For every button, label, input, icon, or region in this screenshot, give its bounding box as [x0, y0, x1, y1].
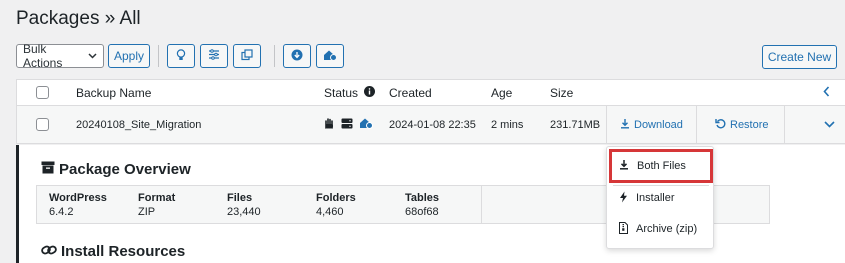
- overview-label: Format: [138, 192, 176, 204]
- overview-value: 4,460: [316, 206, 344, 218]
- overview-value: 68of68: [405, 206, 439, 218]
- package-overview-title: Package Overview: [59, 161, 191, 178]
- select-all-checkbox[interactable]: [36, 86, 49, 99]
- overview-label: Tables: [405, 192, 440, 204]
- overview-format: Format ZIP: [126, 186, 215, 223]
- overview-label: Folders: [316, 192, 356, 204]
- restore-button[interactable]: Restore: [715, 118, 769, 132]
- undo-icon: [715, 118, 726, 132]
- size: 231.71MB: [550, 118, 601, 131]
- recovery-button[interactable]: [316, 44, 344, 68]
- download-label: Download: [634, 118, 683, 131]
- page-title: Packages » All: [16, 8, 141, 29]
- header-age[interactable]: Age: [491, 80, 512, 105]
- restore-label: Restore: [730, 118, 769, 131]
- apply-button[interactable]: Apply: [108, 44, 150, 68]
- copy-icon: [241, 48, 253, 64]
- download-archive[interactable]: Archive (zip): [607, 215, 713, 243]
- download-circle-icon: [291, 49, 303, 64]
- create-new-button[interactable]: Create New: [762, 45, 837, 69]
- hand-stop-icon: [323, 117, 335, 132]
- header-status[interactable]: Status: [324, 86, 358, 100]
- toolbar: Bulk Actions Apply: [16, 42, 349, 70]
- house-icon: [359, 117, 373, 132]
- chevron-down-icon: [88, 51, 97, 62]
- collapse-all-button[interactable]: [823, 80, 830, 105]
- column-divider: [606, 106, 607, 143]
- link-icon: [41, 243, 57, 260]
- row-checkbox[interactable]: [36, 118, 49, 131]
- server-icon: [341, 118, 353, 132]
- install-resources-title: Install Resources: [61, 243, 186, 260]
- age: 2 mins: [491, 118, 524, 131]
- chevron-down-icon: [824, 119, 835, 131]
- expand-row-button[interactable]: [824, 106, 835, 143]
- overview-tables: Tables 68of68: [393, 186, 482, 223]
- sliders-icon: [208, 49, 220, 63]
- archive-box-icon: [41, 161, 55, 178]
- chevron-left-icon: [823, 85, 830, 100]
- templates-button[interactable]: [233, 44, 261, 68]
- bulk-actions-select[interactable]: Bulk Actions: [16, 42, 104, 70]
- toolbar-separator: [158, 45, 159, 67]
- dropdown-item-label: Archive (zip): [636, 223, 698, 235]
- highlight-box: [609, 149, 713, 183]
- overview-label: WordPress: [49, 192, 107, 204]
- table-header: Backup Name Status Created Age Size: [16, 79, 845, 106]
- overview-wordpress: WordPress 6.4.2: [37, 186, 126, 223]
- header-created[interactable]: Created: [389, 80, 432, 105]
- header-backup-name[interactable]: Backup Name: [76, 80, 151, 105]
- overview-label: Files: [227, 192, 253, 204]
- dropdown-item-label: Installer: [636, 192, 675, 204]
- download-installer[interactable]: Installer: [607, 184, 713, 212]
- bolt-icon: [619, 191, 628, 206]
- tips-button[interactable]: [167, 44, 195, 68]
- column-divider: [784, 106, 785, 143]
- packages-table: Backup Name Status Created Age Size 2024…: [16, 79, 845, 144]
- created-date: 2024-01-08 22:35: [389, 118, 476, 131]
- table-row: 20240108_Site_Migration 2024-01-08 22:35…: [16, 106, 845, 144]
- download-dropdown: Both Files Installer Archive (zip): [606, 146, 714, 249]
- settings-button[interactable]: [200, 44, 228, 68]
- download-icon: [620, 118, 630, 132]
- backup-name: 20240108_Site_Migration: [76, 118, 202, 131]
- info-icon[interactable]: [364, 85, 376, 100]
- overview-value: ZIP: [138, 206, 156, 218]
- import-button[interactable]: [283, 44, 311, 68]
- bulk-actions-label: Bulk Actions: [23, 42, 63, 70]
- package-details-panel: Package Overview WordPress 6.4.2 Format …: [16, 145, 845, 263]
- header-size[interactable]: Size: [550, 80, 573, 105]
- download-button[interactable]: Download: [620, 118, 683, 132]
- status-icons: [323, 106, 373, 143]
- overview-folders: Folders 4,460: [304, 186, 393, 223]
- overview-value: 23,440: [227, 206, 261, 218]
- house-icon: [323, 49, 337, 64]
- lightbulb-icon: [176, 48, 186, 64]
- file-archive-icon: [619, 221, 628, 237]
- toolbar-separator: [274, 45, 275, 67]
- overview-files: Files 23,440: [215, 186, 304, 223]
- column-divider: [696, 106, 697, 143]
- overview-value: 6.4.2: [49, 206, 74, 218]
